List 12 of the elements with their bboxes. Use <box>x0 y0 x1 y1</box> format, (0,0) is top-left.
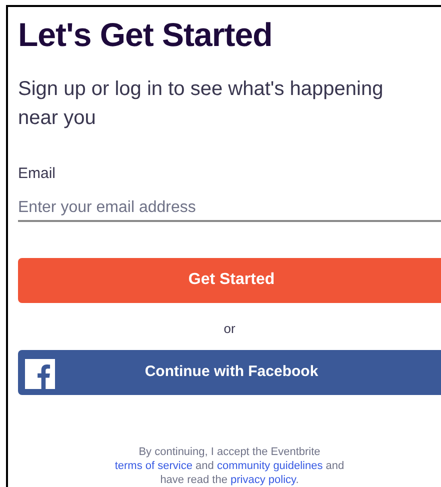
legal-link[interactable]: terms of service <box>114 460 192 472</box>
legal-notice: By continuing, I accept the Eventbrite terms of service and community guidelines and have read the privacy policy. <box>114 445 346 487</box>
facebook-icon <box>25 359 55 390</box>
facebook-button[interactable]: Continue with Facebook <box>18 350 441 396</box>
or-separator: or <box>224 320 236 338</box>
get-started-button[interactable]: Get Started <box>18 258 441 303</box>
email-field[interactable]: Enter your email address <box>18 196 441 222</box>
legal-link[interactable]: privacy policy <box>230 474 296 486</box>
legal-link[interactable]: community guidelines <box>216 460 323 472</box>
page-title: Let's Get Started <box>18 15 272 55</box>
email-label: Email <box>18 164 56 184</box>
subtitle: Sign up or log in to see what's happening near you <box>18 77 384 131</box>
